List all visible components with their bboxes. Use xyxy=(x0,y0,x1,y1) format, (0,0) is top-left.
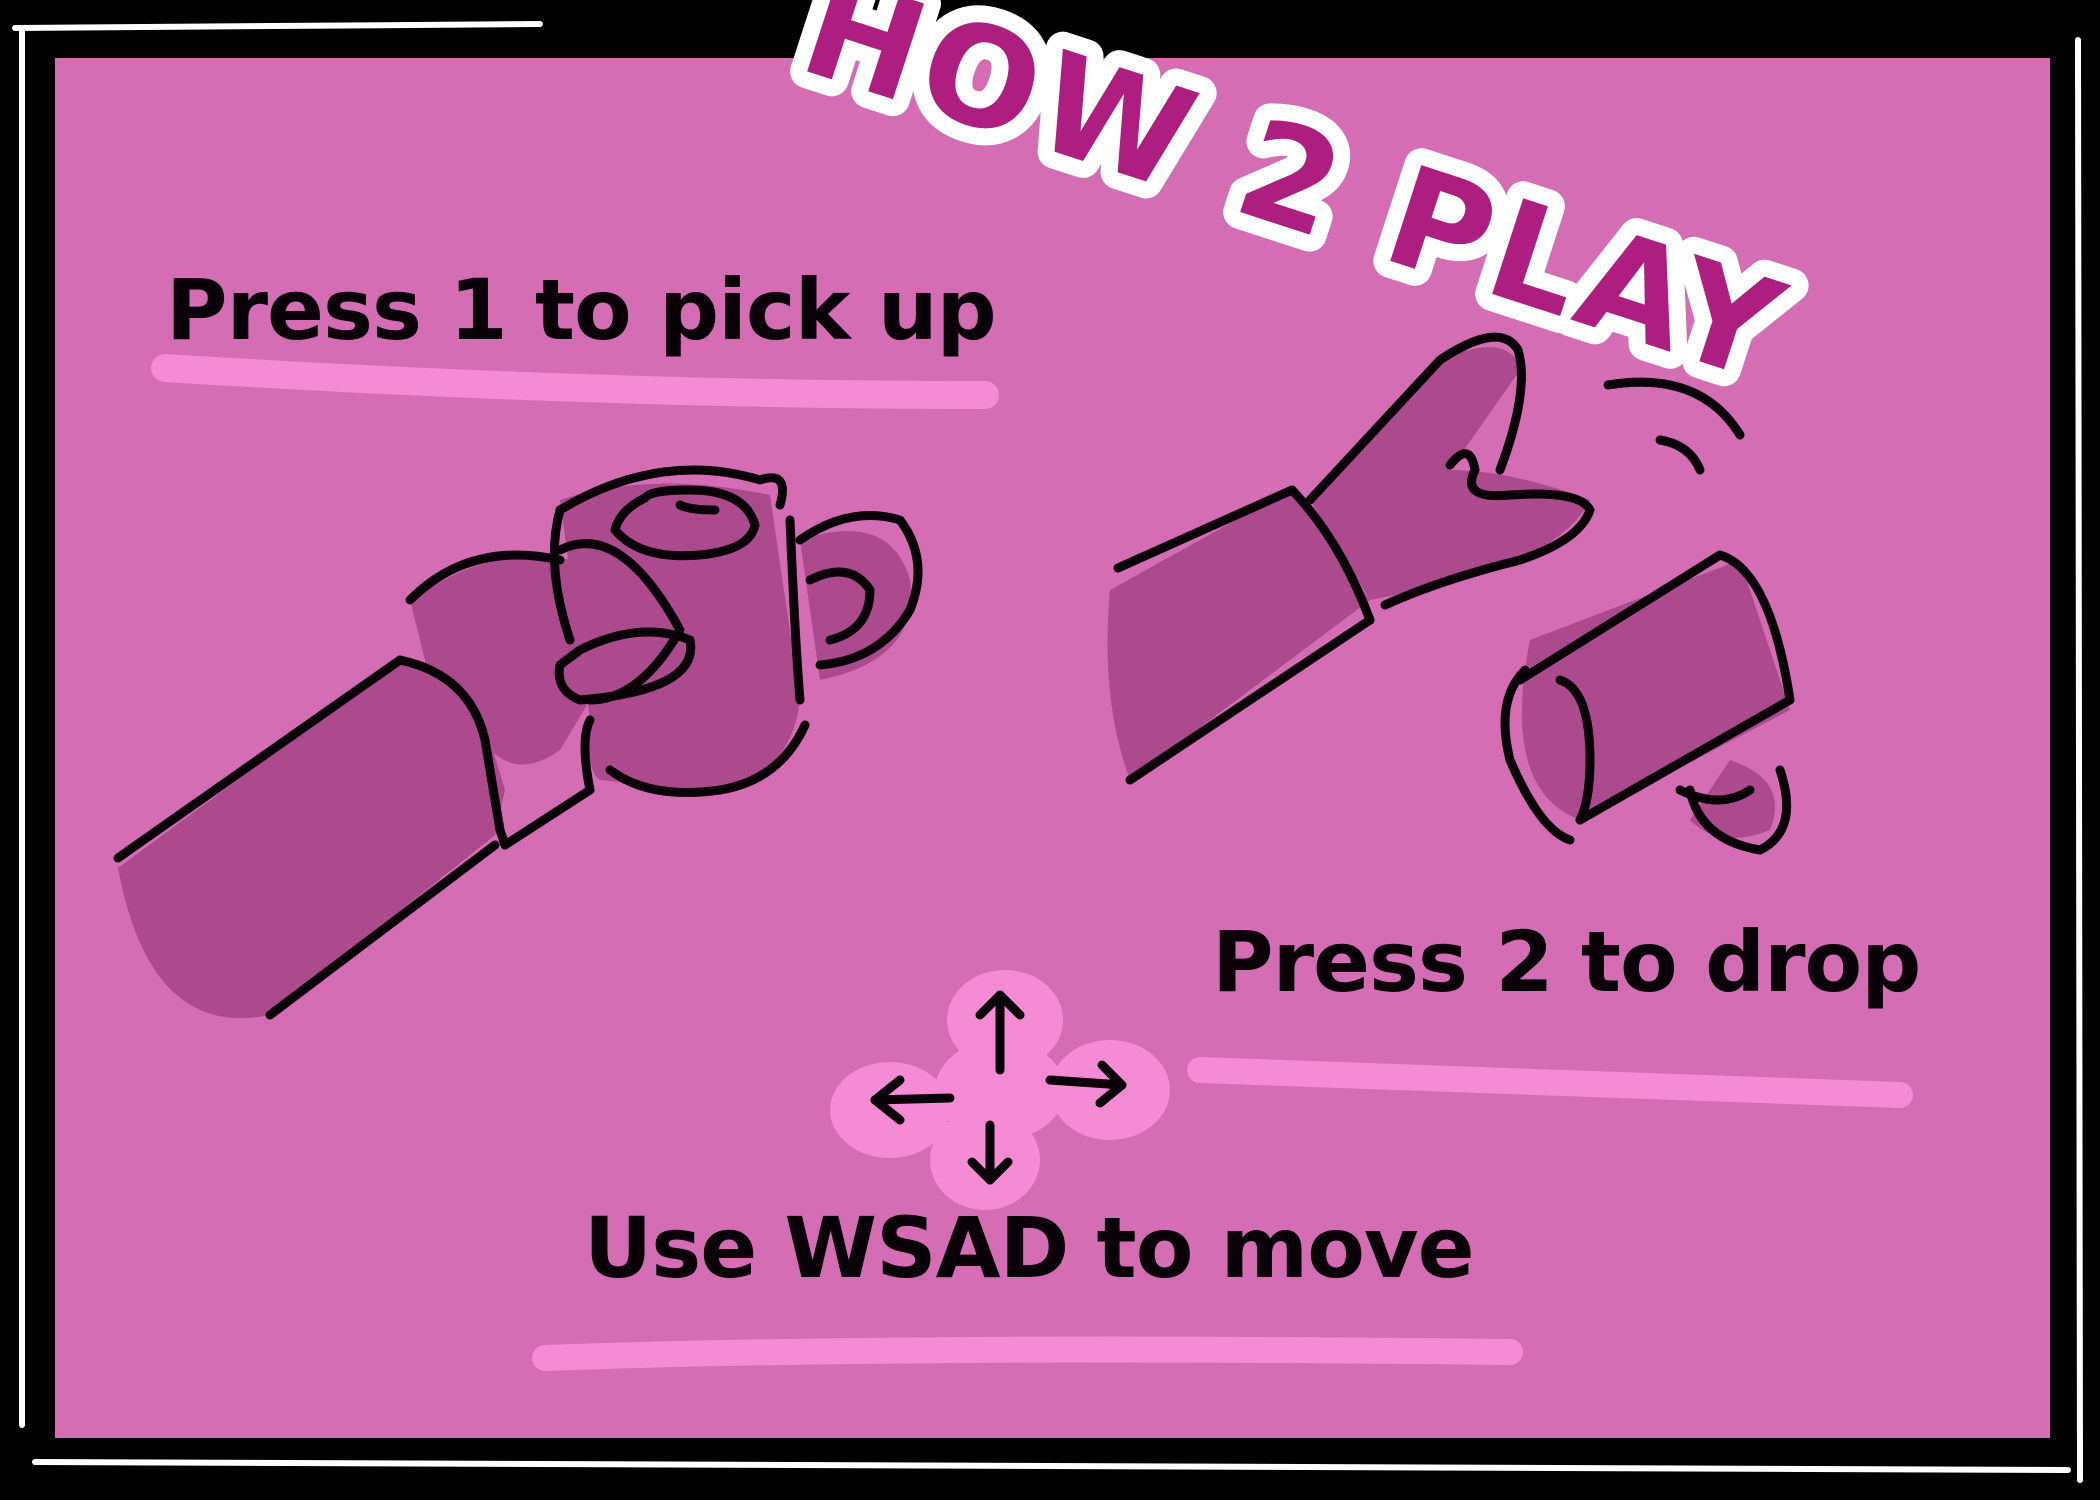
drop-instruction: Press 2 to drop xyxy=(1212,913,1921,1011)
move-instruction: Use WSAD to move xyxy=(584,1199,1475,1297)
how-to-play-screen: HOW 2 PLAY HOW 2 PLAY Press 1 to pick up… xyxy=(0,0,2100,1500)
pickup-instruction: Press 1 to pick up xyxy=(166,261,997,359)
